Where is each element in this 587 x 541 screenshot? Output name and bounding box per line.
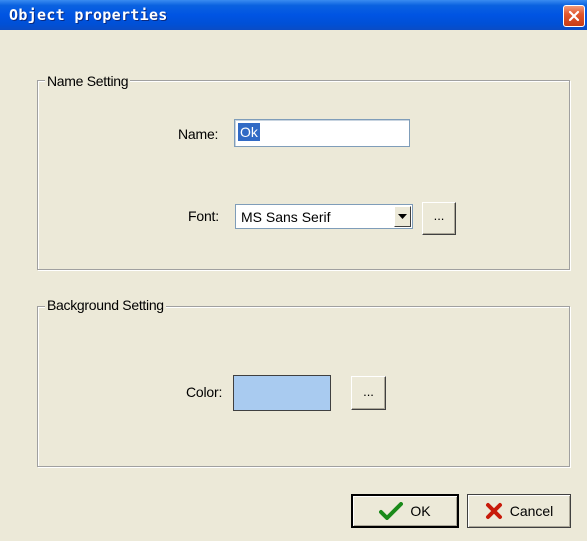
name-setting-legend: Name Setting	[45, 73, 131, 89]
chevron-down-icon	[398, 213, 407, 219]
checkmark-icon	[379, 502, 404, 520]
cancel-button-label: Cancel	[509, 503, 554, 519]
title-bar[interactable]: Object properties	[0, 0, 587, 30]
dialog-window: Object properties Name Setting Name: Ok …	[0, 0, 587, 541]
close-icon	[568, 10, 580, 22]
name-input-value: Ok	[238, 123, 260, 141]
font-select-dropdown-button[interactable]	[394, 206, 411, 227]
window-title: Object properties	[9, 6, 168, 24]
color-label: Color:	[186, 384, 223, 400]
background-setting-legend: Background Setting	[45, 297, 166, 313]
ok-button[interactable]: OK	[351, 494, 459, 528]
ok-button-label: OK	[410, 503, 431, 519]
color-swatch[interactable]	[233, 375, 331, 411]
cancel-button[interactable]: Cancel	[467, 494, 571, 528]
color-browse-button[interactable]: ...	[351, 376, 386, 410]
name-setting-group	[37, 80, 570, 270]
font-label: Font:	[188, 208, 219, 224]
font-select-value: MS Sans Serif	[241, 209, 331, 225]
name-label: Name:	[178, 126, 219, 142]
name-input[interactable]: Ok	[234, 119, 410, 147]
x-mark-icon	[485, 503, 502, 519]
font-browse-button[interactable]: ...	[422, 202, 456, 235]
close-button[interactable]	[563, 5, 585, 27]
font-select[interactable]: MS Sans Serif	[235, 204, 413, 229]
